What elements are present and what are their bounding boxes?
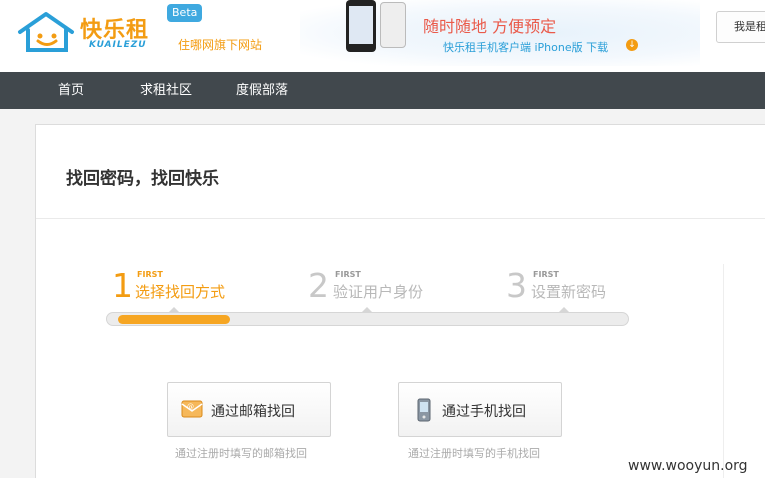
nav-item-community[interactable]: 求租社区 (140, 72, 192, 109)
svg-text:@: @ (187, 403, 194, 411)
step-1-label: 选择找回方式 (135, 283, 226, 301)
main-nav: 首页 求租社区 度假部落 (0, 72, 765, 109)
header: 快乐租 KUAILEZU Beta 住哪网旗下网站 随时随地 方便预定 快乐租手… (0, 0, 765, 72)
phone-option-hint: 通过注册时填写的手机找回 (408, 447, 540, 460)
step-3-number: 3 (506, 266, 527, 305)
email-option-hint: 通过注册时填写的邮箱找回 (175, 447, 307, 460)
step-1-number: 1 (112, 266, 133, 305)
logo-house-icon[interactable] (16, 10, 86, 54)
recover-by-email-button[interactable]: @ 通过邮箱找回 (167, 382, 331, 437)
step-2-tag: FIRST (335, 270, 361, 279)
beta-badge: Beta (167, 4, 203, 22)
phone-option-label: 通过手机找回 (442, 404, 526, 420)
nav-item-home[interactable]: 首页 (58, 72, 84, 109)
step-1-tag: FIRST (137, 270, 163, 279)
mobile-phone-icon (417, 398, 431, 422)
app-download-link[interactable]: 快乐租手机客户端 iPhone版 下载 (443, 39, 608, 55)
watermark: www.wooyun.org (628, 458, 748, 474)
email-option-label: 通过邮箱找回 (211, 404, 295, 420)
download-arrow-icon[interactable]: ↓ (626, 39, 638, 51)
recover-by-phone-button[interactable]: 通过手机找回 (398, 382, 562, 437)
phone-image-icon-2 (380, 2, 406, 48)
phone-image-icon (346, 0, 376, 52)
page-title: 找回密码，找回快乐 (66, 169, 219, 189)
step-3-label: 设置新密码 (531, 283, 607, 301)
progress-fill (118, 315, 230, 324)
page: 快乐租 KUAILEZU Beta 住哪网旗下网站 随时随地 方便预定 快乐租手… (0, 0, 765, 478)
step-2-number: 2 (308, 266, 329, 305)
tenant-login-button[interactable]: 我是租客 (716, 11, 765, 43)
title-divider (36, 218, 765, 219)
side-divider (723, 264, 724, 478)
email-icon: @ (181, 400, 203, 418)
logo-subtext: KUAILEZU (89, 40, 147, 50)
nav-item-vacation[interactable]: 度假部落 (236, 72, 288, 109)
step-3-tag: FIRST (533, 270, 559, 279)
step-2-label: 验证用户身份 (333, 283, 424, 301)
site-slogan: 住哪网旗下网站 (178, 38, 263, 52)
banner-title: 随时随地 方便预定 (423, 17, 557, 36)
